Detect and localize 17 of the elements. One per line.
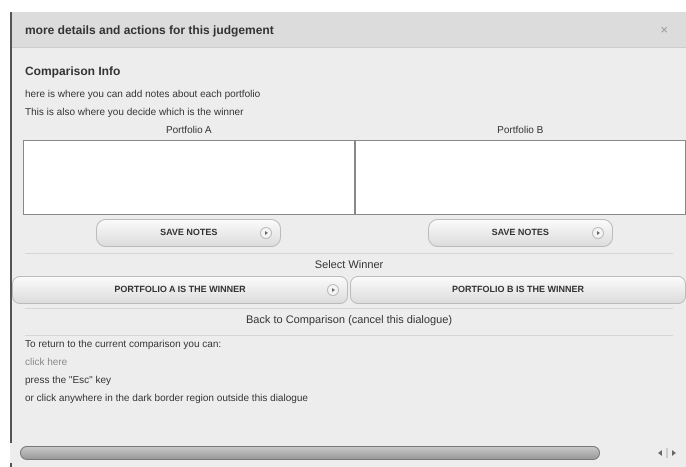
scrollbar-thumb[interactable] [20, 446, 600, 460]
back-to-comparison-link[interactable]: Back to Comparison (cancel this dialogue) [25, 308, 673, 331]
save-notes-button[interactable]: SAVE NOTES [428, 219, 613, 247]
return-option-text: or click anywhere in the dark border region outside this dialogue [25, 392, 309, 406]
return-instructions: To return to the current comparison you can: [25, 338, 222, 352]
notes-field[interactable] [23, 140, 354, 215]
return-option-text: press the "Esc" key [25, 374, 112, 388]
winner-button[interactable]: PORTFOLIO B IS THE WINNER [350, 276, 686, 304]
intro-text: This is also where you decide which is the winner [25, 106, 244, 120]
save-notes-button[interactable]: SAVE NOTES [96, 219, 282, 247]
notes-field[interactable] [354, 140, 686, 215]
dialog-title: more details and actions for this judgement [25, 22, 274, 38]
portfolio-label: Portfolio A [166, 124, 212, 138]
intro-text: here is where you can add notes about each portfolio [25, 88, 262, 102]
portfolio-label: Portfolio B [497, 124, 544, 138]
winner-button[interactable]: PORTFOLIO A IS THE WINNER [12, 276, 348, 304]
section-title: Comparison Info [25, 63, 122, 80]
